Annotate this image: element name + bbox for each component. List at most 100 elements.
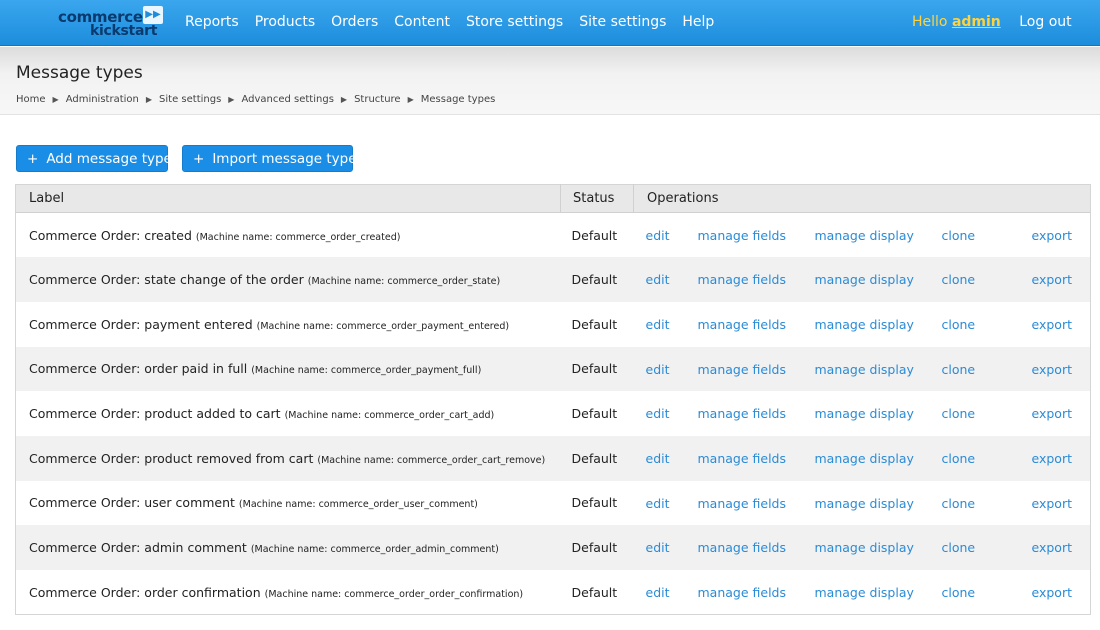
manage-display-link[interactable]: manage display [815,228,914,243]
commerce-kickstart-logo[interactable]: commerce ▶▶ kickstart ™ [56,6,166,40]
nav-site-settings[interactable]: Site settings [579,14,666,30]
operations-cell: edit manage fields manage display clone expo… [633,257,1091,302]
manage-fields-link[interactable]: manage fields [698,272,787,287]
user-name-link[interactable]: admin [952,14,1001,30]
operations-cell: edit manage fields manage display clone expo… [634,213,1091,258]
manage-fields-link[interactable]: manage fields [698,228,787,243]
nav-content[interactable]: Content [394,14,450,30]
message-type-label-cell: Commerce Order: created (Machine name: c… [16,213,561,258]
export-link[interactable]: export [1032,540,1073,555]
export-link[interactable]: export [1032,406,1073,421]
breadcrumb-item[interactable]: Home [16,94,46,105]
import-message-type-button[interactable]: + Import message type [182,145,357,172]
breadcrumb-item[interactable]: Advanced settings [241,94,333,105]
edit-link[interactable]: edit [646,272,670,287]
machine-name: (Machine name: commerce_order_cart_add) [284,410,495,422]
edit-link[interactable]: edit [646,496,670,511]
manage-display-link[interactable]: manage display [815,406,914,421]
edit-link[interactable]: edit [646,451,670,466]
clone-link[interactable]: clone [942,317,976,332]
nav-orders[interactable]: Orders [331,14,378,30]
manage-fields-link[interactable]: manage fields [698,585,787,600]
table-row: Commerce Order: product removed from car… [15,435,1091,481]
export-link[interactable]: export [1032,362,1073,377]
user-box: Hello admin Log out [912,14,1072,30]
message-type-label: Commerce Order: admin comment [29,540,247,556]
main-nav: Reports Products Orders Content Store se… [185,14,730,30]
manage-fields-link[interactable]: manage fields [698,406,787,421]
manage-fields-link[interactable]: manage fields [698,496,787,511]
clone-link[interactable]: clone [942,496,976,511]
page-title: Message types [16,63,143,83]
breadcrumb: Home ▶ Administration ▶ Site settings ▶ Advanc… [16,94,495,105]
export-link[interactable]: export [1032,585,1073,600]
clone-link[interactable]: clone [942,362,976,377]
clone-link[interactable]: clone [942,585,976,600]
plus-icon: + [193,151,205,167]
fast-forward-icon: ▶▶ [143,6,163,24]
message-type-label-cell: Commerce Order: product added to cart (M… [16,391,561,436]
message-type-label: Commerce Order: order confirmation [29,584,261,600]
breadcrumb-separator-icon: ▶ [228,95,235,104]
edit-link[interactable]: edit [646,406,670,421]
message-type-label: Commerce Order: state change of the orde… [29,272,304,288]
operations-cell: edit manage fields manage display clone expo… [633,435,1091,481]
clone-link[interactable]: clone [942,272,976,287]
manage-display-link[interactable]: manage display [815,540,914,555]
manage-display-link[interactable]: manage display [815,272,914,287]
manage-fields-link[interactable]: manage fields [698,540,787,555]
add-message-type-button[interactable]: + Add message type [16,145,172,172]
logo-text-kickstart: kickstart [90,23,158,39]
nav-store-settings[interactable]: Store settings [466,14,563,30]
message-types-table: Label Status Operations Commerce Order: … [15,184,1091,616]
manage-display-link[interactable]: manage display [815,317,914,332]
machine-name: (Machine name: commerce_order_created) [195,231,401,243]
export-link[interactable]: export [1032,496,1073,511]
export-link[interactable]: export [1032,272,1073,287]
message-type-label: Commerce Order: user comment [29,495,235,511]
clone-link[interactable]: clone [942,451,976,466]
machine-name: (Machine name: commerce_order_order_conf… [264,588,524,600]
edit-link[interactable]: edit [646,585,670,600]
top-bar: commerce ▶▶ kickstart ™ Reports Products… [0,0,1100,46]
column-header-label[interactable]: Label [15,184,561,213]
table-row: Commerce Order: order paid in full (Mach… [15,346,1091,392]
logo-trademark: ™ [153,33,158,39]
breadcrumb-item[interactable]: Structure [354,94,401,105]
import-message-type-label: Import message type [212,151,357,167]
operations-cell: edit manage fields manage display clone expo… [633,525,1091,570]
logout-link[interactable]: Log out [1019,14,1071,30]
manage-fields-link[interactable]: manage fields [698,362,787,377]
manage-display-link[interactable]: manage display [815,585,914,600]
export-link[interactable]: export [1032,317,1073,332]
nav-reports[interactable]: Reports [185,14,239,30]
breadcrumb-separator-icon: ▶ [340,95,348,104]
breadcrumb-item[interactable]: Site settings [159,94,221,105]
clone-link[interactable]: clone [942,406,976,421]
manage-display-link[interactable]: manage display [815,496,914,511]
manage-fields-link[interactable]: manage fields [698,317,787,332]
message-type-label: Commerce Order: product added to cart [29,406,281,422]
operations-cell: edit manage fields manage display clone expo… [634,481,1091,526]
add-message-type-label: Add message type [46,151,172,167]
manage-display-link[interactable]: manage display [815,451,914,466]
export-link[interactable]: export [1032,228,1073,243]
breadcrumb-item[interactable]: Administration [66,94,139,105]
edit-link[interactable]: edit [646,317,670,332]
clone-link[interactable]: clone [942,228,976,243]
nav-help[interactable]: Help [682,14,714,30]
table-row: Commerce Order: created (Machine name: c… [16,213,1091,258]
clone-link[interactable]: clone [942,540,976,555]
manage-fields-link[interactable]: manage fields [698,451,787,466]
nav-products[interactable]: Products [255,14,315,30]
machine-name: (Machine name: commerce_order_state) [307,276,501,288]
manage-display-link[interactable]: manage display [815,362,914,377]
message-type-label-cell: Commerce Order: state change of the orde… [15,257,561,302]
edit-link[interactable]: edit [646,362,670,377]
edit-link[interactable]: edit [646,228,670,243]
export-link[interactable]: export [1032,451,1073,466]
message-type-label: Commerce Order: product removed from car… [29,450,314,466]
breadcrumb-separator-icon: ▶ [407,95,414,104]
edit-link[interactable]: edit [646,540,670,555]
column-header-status[interactable]: Status [560,184,634,213]
